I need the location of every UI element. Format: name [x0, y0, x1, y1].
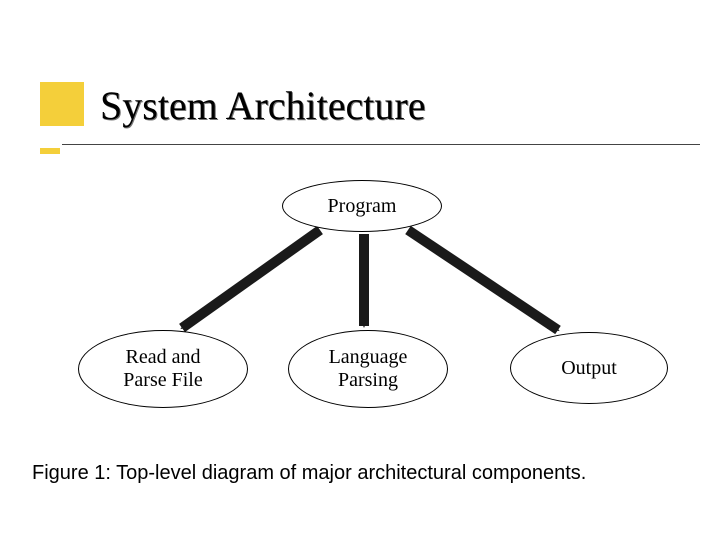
node-language-parsing: Language Parsing: [288, 330, 448, 408]
node-output-label: Output: [561, 357, 617, 380]
title-rule: [62, 144, 700, 145]
node-read-parse-file: Read and Parse File: [78, 330, 248, 408]
node-program: Program: [282, 180, 442, 232]
node-program-label: Program: [328, 195, 397, 218]
arrow-to-read: [182, 230, 320, 328]
title-block: System Architecture: [40, 82, 680, 152]
node-lang-label: Language Parsing: [329, 346, 408, 392]
arrow-layer: [0, 0, 720, 540]
title-accent-square: [40, 82, 84, 126]
node-output: Output: [510, 332, 668, 404]
arrow-to-output: [408, 230, 558, 330]
title-accent-tick: [40, 148, 60, 154]
node-read-label: Read and Parse File: [123, 346, 202, 392]
figure-caption: Figure 1: Top-level diagram of major arc…: [32, 462, 700, 485]
slide-title: System Architecture: [100, 84, 425, 128]
slide: System Architecture Program Read and Par…: [0, 0, 720, 540]
